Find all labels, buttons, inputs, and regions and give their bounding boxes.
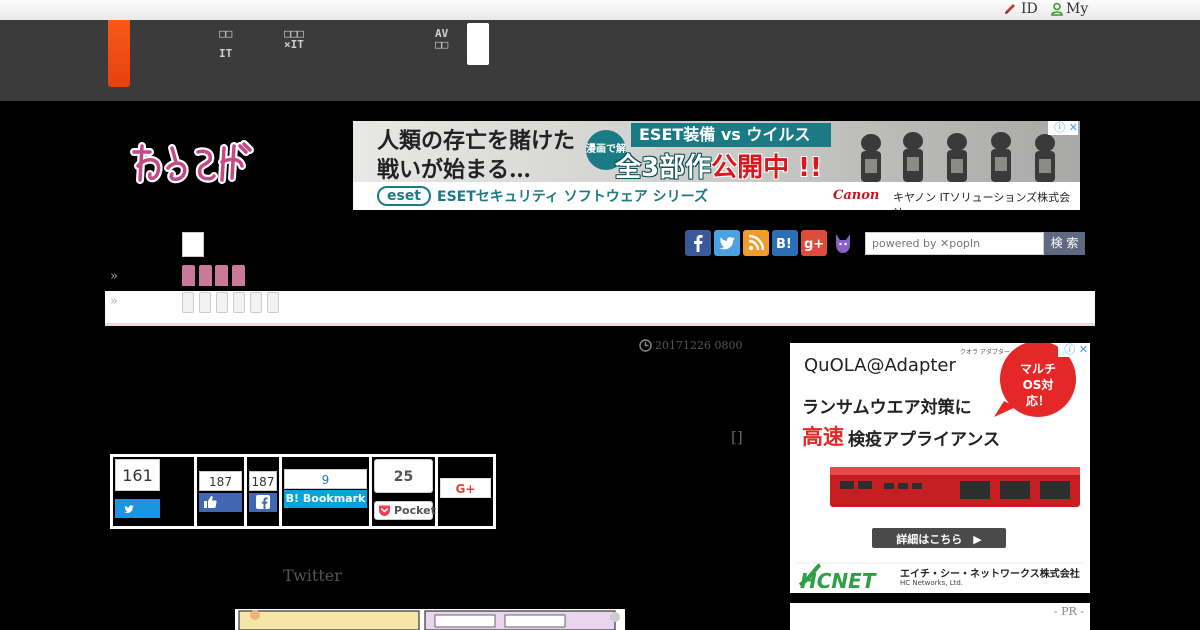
pocket-button[interactable]: Pocket bbox=[374, 501, 436, 520]
ad-headline-1: 人類の存亡を賭けた bbox=[377, 128, 576, 154]
ad-release-text: 公開中 !! bbox=[711, 153, 822, 183]
sidebar-ad-brand: QuOLA@Adapter bbox=[804, 355, 956, 376]
pocket-cell: 25 Pocket bbox=[372, 457, 436, 526]
ad-headline-2: 戦いが始まる… bbox=[377, 157, 532, 183]
google-plus-icon[interactable]: g+ bbox=[801, 230, 827, 256]
facebook-icon[interactable] bbox=[685, 230, 711, 256]
ad-3part-text: 全3部作 bbox=[615, 153, 712, 183]
ad-eset-title: ESET装備 vs ウイルス bbox=[631, 123, 831, 147]
sidebar-ad-line1: ランサムウエア対策に bbox=[802, 398, 972, 418]
article-date: 20171226 0800 bbox=[655, 339, 743, 352]
gnav-item-business-it[interactable]: □□□ ×IT bbox=[284, 28, 304, 50]
category-tab[interactable] bbox=[199, 265, 212, 286]
thumbs-up-icon bbox=[204, 496, 217, 508]
cat-icon[interactable] bbox=[830, 230, 856, 256]
ad-characters-illustration bbox=[861, 132, 1055, 182]
facebook-share-button[interactable] bbox=[249, 493, 277, 512]
sidebar-ad-bubble: マルチOS対応！ bbox=[1019, 362, 1056, 408]
gnav-item-sublabel: IT bbox=[219, 47, 233, 60]
pocket-icon bbox=[379, 505, 390, 516]
hatena-icon[interactable]: B! bbox=[772, 230, 798, 256]
google-plus-cell: G+ bbox=[438, 457, 493, 526]
user-icon bbox=[1051, 2, 1063, 16]
breadcrumb-arrow: » bbox=[110, 294, 118, 309]
pr-label: - PR - bbox=[1053, 605, 1084, 618]
subcategory-tab[interactable] bbox=[233, 292, 245, 313]
ad-canon-text: キヤノン ITソリューションズ株式会社 bbox=[893, 191, 1071, 210]
svg-text:B!: B! bbox=[776, 237, 792, 252]
twitter-embed-label: Twitter bbox=[283, 566, 342, 585]
hatena-bookmark-cell: 9 B! Bookmark bbox=[282, 457, 369, 526]
share-bar: 161 187 187 9 B! Bookmark 25 Pocket G+ bbox=[110, 454, 496, 529]
pocket-count: 25 bbox=[374, 459, 433, 493]
google-plus-button[interactable]: G+ bbox=[440, 478, 491, 498]
sidebar-ad-cta[interactable]: 詳細はこちら ▶ bbox=[872, 531, 1006, 547]
search-button[interactable]: 検 索 bbox=[1044, 232, 1085, 255]
twitter-count: 161 bbox=[115, 459, 160, 491]
facebook-like-cell: 187 bbox=[197, 457, 244, 526]
clock-icon bbox=[639, 339, 652, 352]
subcategory-tab[interactable] bbox=[199, 292, 211, 313]
ad-main-panel: 人類の存亡を賭けた 戦いが始まる… 漫画で解説 ESET装備 vs ウイルス 全… bbox=[353, 121, 1080, 195]
subcategory-tab[interactable] bbox=[250, 292, 262, 313]
ad-footer: eset ESETセキュリティ ソフトウェア シリーズ Canon キヤノン I… bbox=[353, 182, 1080, 210]
sidebar-ad-company-en: HC Networks, Ltd. bbox=[900, 579, 964, 587]
breadcrumb-arrow: » bbox=[110, 269, 118, 284]
itmedia-logo[interactable] bbox=[108, 20, 130, 87]
category-tab[interactable] bbox=[182, 265, 195, 286]
facebook-share-count: 187 bbox=[249, 471, 277, 491]
canon-logo: Canon bbox=[833, 188, 880, 203]
hcnet-logo: HCNET bbox=[800, 569, 876, 593]
top-banner-ad[interactable]: 人類の存亡を賭けた 戦いが始まる… 漫画で解説 ESET装備 vs ウイルス 全… bbox=[353, 121, 1080, 210]
subcategory-tab[interactable] bbox=[182, 292, 194, 313]
sidebar-ad-company: エイチ・シー・ネットワークス株式会社 bbox=[900, 569, 1080, 580]
global-nav: □□ IT □□□ ×IT AV □□ bbox=[0, 20, 1200, 101]
ad-eset-text: ESETセキュリティ ソフトウェア シリーズ bbox=[437, 189, 708, 205]
id-link[interactable]: ID bbox=[1021, 1, 1038, 17]
gnav-item-sublabel: □□ bbox=[435, 38, 449, 51]
subcategory-tab[interactable] bbox=[267, 292, 279, 313]
facebook-like-button[interactable] bbox=[199, 493, 242, 512]
subnav-box[interactable] bbox=[182, 232, 204, 257]
subcategory-tab[interactable] bbox=[216, 292, 228, 313]
gnav-item-sublabel: ×IT bbox=[284, 38, 304, 51]
rss-icon[interactable] bbox=[743, 230, 769, 256]
hatena-bookmark-button[interactable]: B! Bookmark bbox=[284, 490, 367, 508]
category-tab[interactable] bbox=[232, 265, 245, 286]
twitter-share-button[interactable] bbox=[115, 499, 160, 518]
sidebar-ad-brand-sub: クオラ アダプター bbox=[960, 349, 1010, 356]
nlab-logo[interactable] bbox=[128, 138, 258, 190]
facebook-icon bbox=[256, 495, 270, 509]
facebook-like-count: 187 bbox=[199, 471, 242, 491]
gnav-item-it[interactable]: □□ IT bbox=[219, 28, 232, 59]
sidebar-ad-close-icon[interactable]: ⓘ ✕ bbox=[1058, 343, 1088, 357]
ad-3part-headline: 全3部作公開中 !! bbox=[615, 147, 822, 184]
svg-text:g+: g+ bbox=[804, 237, 824, 252]
gnav-item-label: □□ bbox=[219, 27, 233, 40]
sidebar-ad[interactable]: QuOLA@Adapter クオラ アダプター マルチOS対応！ ランサムウエア… bbox=[790, 343, 1090, 593]
gnav-item-av[interactable]: AV □□ bbox=[435, 28, 448, 50]
gnav-menu-box[interactable] bbox=[467, 23, 489, 65]
sidebar-ad-line2: 検疫アプライアンス bbox=[848, 430, 1000, 450]
twitter-icon bbox=[124, 505, 134, 513]
manga-image bbox=[235, 609, 625, 630]
pen-icon bbox=[1005, 4, 1015, 14]
twitter-icon[interactable] bbox=[714, 230, 740, 256]
search-input[interactable] bbox=[865, 232, 1044, 255]
pocket-label: Pocket bbox=[394, 504, 436, 517]
article-mark: [] bbox=[731, 428, 743, 446]
facebook-share-cell: 187 bbox=[247, 457, 279, 526]
my-link[interactable]: My bbox=[1066, 1, 1088, 17]
category-tab[interactable] bbox=[215, 265, 228, 286]
hatena-count: 9 bbox=[284, 469, 367, 489]
top-utility-bar: ID My bbox=[0, 0, 1200, 20]
twitter-share-cell: 161 bbox=[113, 457, 194, 526]
eset-logo: eset bbox=[377, 186, 431, 206]
ad-close-icon[interactable]: ⓘ ✕ bbox=[1048, 121, 1078, 135]
pr-box: - PR - bbox=[790, 603, 1090, 630]
sidebar-ad-line2-highlight: 高速 bbox=[802, 425, 844, 449]
